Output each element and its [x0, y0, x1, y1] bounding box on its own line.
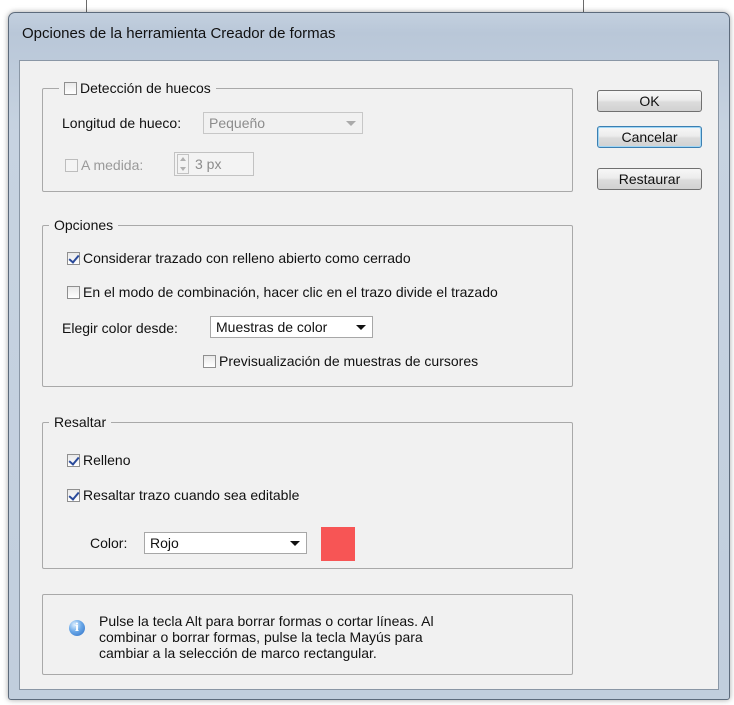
info-line: combinar o borrar formas, pulse la tecla…: [99, 629, 423, 645]
chevron-down-icon: [356, 325, 366, 330]
highlight-stroke-checkbox[interactable]: [67, 488, 80, 502]
custom-gap-stepper[interactable]: 3 px: [174, 152, 254, 176]
pick-color-value: Muestras de color: [216, 319, 328, 335]
cursor-preview-checkbox[interactable]: [203, 354, 216, 368]
reset-button[interactable]: Restaurar: [597, 168, 702, 190]
custom-gap-value: 3 px: [195, 156, 222, 172]
open-fill-option[interactable]: Considerar trazado con relleno abierto c…: [67, 248, 411, 268]
gap-detection-group: Detección de huecos Longitud de hueco: P…: [42, 78, 573, 192]
cursor-preview-option[interactable]: Previsualización de muestras de cursores: [203, 351, 478, 371]
info-group: i Pulse la tecla Alt para borrar formas …: [42, 594, 573, 675]
highlight-stroke-option[interactable]: Resaltar trazo cuando sea editable: [67, 485, 299, 505]
ok-button[interactable]: OK: [597, 90, 702, 112]
gap-length-value: Pequeño: [209, 115, 266, 131]
highlight-group: Resaltar Relleno Resaltar trazo cuando s…: [42, 412, 573, 569]
gap-length-select[interactable]: Pequeño: [203, 112, 363, 134]
highlight-fill-option[interactable]: Relleno: [67, 450, 130, 470]
gap-detection-checkbox[interactable]: [64, 81, 77, 95]
dialog-title: Opciones de la herramienta Creador de fo…: [22, 25, 336, 42]
pick-color-select[interactable]: Muestras de color: [210, 316, 373, 338]
options-legend: Opciones: [49, 215, 119, 235]
cancel-button[interactable]: Cancelar: [597, 126, 702, 148]
highlight-color-select[interactable]: Rojo: [144, 532, 307, 554]
custom-gap-checkbox[interactable]: [65, 158, 78, 172]
stepper-arrows-icon[interactable]: [177, 154, 189, 174]
open-fill-checkbox[interactable]: [67, 251, 80, 265]
options-group: Opciones Considerar trazado con relleno …: [42, 215, 573, 387]
custom-gap-label: A medida:: [81, 157, 144, 173]
gap-length-label: Longitud de hueco:: [62, 115, 182, 131]
info-icon: i: [69, 620, 85, 636]
cursor-preview-label: Previsualización de muestras de cursores: [219, 353, 479, 369]
highlight-color-label: Color:: [90, 535, 128, 551]
info-line: cambiar a la selección de marco rectangu…: [99, 645, 377, 661]
info-line: Pulse la tecla Alt para borrar formas o …: [99, 613, 434, 629]
open-fill-label: Considerar trazado con relleno abierto c…: [83, 250, 411, 266]
custom-gap-toggle[interactable]: A medida:: [65, 155, 143, 175]
highlight-fill-label: Relleno: [83, 452, 131, 468]
chevron-down-icon: [346, 121, 356, 126]
merge-split-label: En el modo de combinación, hacer clic en…: [83, 284, 498, 300]
dialog-window: Opciones de la herramienta Creador de fo…: [8, 12, 730, 700]
highlight-fill-checkbox[interactable]: [67, 453, 80, 467]
gap-detection-toggle[interactable]: Detección de huecos: [59, 78, 216, 98]
background-edge-line: [583, 0, 584, 12]
merge-split-checkbox[interactable]: [67, 285, 80, 299]
merge-split-option[interactable]: En el modo de combinación, hacer clic en…: [67, 282, 498, 302]
highlight-color-value: Rojo: [150, 535, 179, 551]
gap-detection-label: Detección de huecos: [80, 80, 211, 96]
highlight-color-swatch[interactable]: [321, 527, 355, 561]
highlight-legend: Resaltar: [49, 412, 112, 432]
info-text: Pulse la tecla Alt para borrar formas o …: [99, 613, 519, 661]
pick-color-label: Elegir color desde:: [62, 320, 178, 336]
background-edge-line: [86, 0, 87, 12]
highlight-stroke-label: Resaltar trazo cuando sea editable: [83, 487, 300, 503]
dialog-client-area: OK Cancelar Restaurar Detección de hueco…: [19, 60, 719, 690]
chevron-down-icon: [290, 541, 300, 546]
